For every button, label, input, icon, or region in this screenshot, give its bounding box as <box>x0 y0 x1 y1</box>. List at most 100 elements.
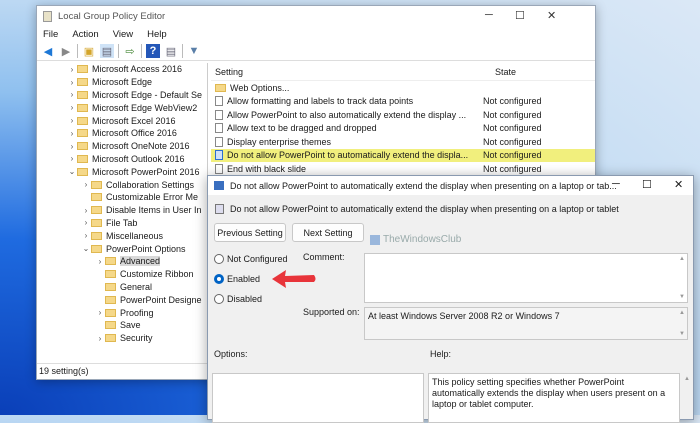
setting-name-text: End with black slide <box>227 163 307 174</box>
tree-node-label: Microsoft Edge - Default Se <box>92 89 203 100</box>
help-label: Help: <box>430 349 452 359</box>
setting-name: Do not allow PowerPoint to automatically… <box>211 150 479 161</box>
forward-icon[interactable]: ▶ <box>59 44 73 58</box>
chevron-icon[interactable]: › <box>67 90 77 99</box>
export-list-icon[interactable]: ⇨ <box>123 44 137 58</box>
folder-icon <box>91 206 102 215</box>
chevron-icon[interactable]: › <box>95 257 105 266</box>
list-row[interactable]: Allow PowerPoint to also automatically e… <box>211 108 595 122</box>
folder-icon <box>215 83 226 92</box>
toolbar: ◀ ▶ ▣ ▤ ⇨ ? ▤ ▼ <box>37 42 595 61</box>
tree-node-label: Advanced <box>120 256 161 267</box>
chevron-icon[interactable]: › <box>95 334 105 343</box>
previous-setting-button[interactable]: Previous Setting <box>214 223 286 242</box>
tree-node-label: Customize Ribbon <box>120 269 194 280</box>
chevron-icon[interactable]: › <box>81 218 91 227</box>
minimize-button[interactable]: ─ <box>485 9 493 21</box>
close-button[interactable]: ✕ <box>547 9 556 22</box>
filter-icon[interactable]: ▼ <box>187 44 201 58</box>
status-bar: 19 setting(s) <box>37 363 208 379</box>
column-setting[interactable]: Setting <box>211 67 479 77</box>
chevron-icon[interactable]: ⌄ <box>67 167 77 176</box>
next-setting-button[interactable]: Next Setting <box>292 223 364 242</box>
chevron-icon[interactable]: › <box>67 116 77 125</box>
show-hide-tree-icon[interactable]: ▤ <box>100 44 114 58</box>
chevron-icon[interactable]: › <box>81 231 91 240</box>
list-row[interactable]: Do not allow PowerPoint to automatically… <box>211 148 595 162</box>
help-text: This policy setting specifies whether Po… <box>428 373 680 423</box>
chevron-icon[interactable]: › <box>67 142 77 151</box>
tree-node[interactable]: › Microsoft Edge <box>37 76 207 89</box>
list-row[interactable]: Allow formatting and labels to track dat… <box>211 95 595 109</box>
menu-view[interactable]: View <box>113 29 133 40</box>
minimize-button[interactable]: ─ <box>612 178 620 190</box>
help-scroll-up[interactable]: ▲ <box>684 376 690 382</box>
tree-node[interactable]: › Microsoft Access 2016 <box>37 63 207 76</box>
tree-node[interactable]: › Microsoft OneNote 2016 <box>37 140 207 153</box>
tree-node[interactable]: Customize Ribbon <box>37 268 207 281</box>
separator <box>118 44 119 58</box>
list-row[interactable]: Web Options... <box>211 81 595 95</box>
up-folder-icon[interactable]: ▣ <box>82 44 96 58</box>
help-icon[interactable]: ? <box>146 44 160 58</box>
tree-node[interactable]: › Microsoft Edge - Default Se <box>37 89 207 102</box>
menu-help[interactable]: Help <box>147 29 167 40</box>
setting-name-text: Allow text to be dragged and dropped <box>227 123 377 134</box>
folder-icon <box>77 154 88 163</box>
chevron-icon[interactable]: › <box>67 78 77 87</box>
tree-node-label: PowerPoint Designe <box>120 294 202 305</box>
tree-node[interactable]: PowerPoint Designe <box>37 293 207 306</box>
tree-node[interactable]: › Microsoft Excel 2016 <box>37 114 207 127</box>
folder-icon <box>77 129 88 138</box>
tree-node[interactable]: › File Tab <box>37 217 207 230</box>
back-icon[interactable]: ◀ <box>41 44 55 58</box>
tree-node[interactable]: Save <box>37 319 207 332</box>
supported-on-field: At least Windows Server 2008 R2 or Windo… <box>364 307 688 340</box>
tree-node[interactable]: › Collaboration Settings <box>37 178 207 191</box>
maximize-button[interactable]: ☐ <box>515 9 525 22</box>
setting-name-text: Allow PowerPoint to also automatically e… <box>227 109 467 120</box>
column-state[interactable]: State <box>479 67 516 77</box>
list-row[interactable]: Allow text to be dragged and dropped Not … <box>211 122 595 136</box>
tree-node[interactable]: General <box>37 281 207 294</box>
chevron-icon[interactable]: › <box>67 103 77 112</box>
tree-node[interactable]: › Microsoft Office 2016 <box>37 127 207 140</box>
menu-file[interactable]: File <box>43 29 58 40</box>
tree-node[interactable]: › Microsoft Edge WebView2 <box>37 101 207 114</box>
list-row[interactable]: Display enterprise themes Not configured <box>211 135 595 149</box>
tree-node[interactable]: › Disable Items in User In <box>37 204 207 217</box>
tree-node[interactable]: › Security <box>37 332 207 345</box>
list-header: Setting State <box>211 63 595 81</box>
chevron-icon[interactable]: › <box>95 308 105 317</box>
maximize-button[interactable]: ☐ <box>642 178 652 191</box>
setting-name-text: Do not allow PowerPoint to automatically… <box>227 150 469 161</box>
chevron-icon[interactable]: ⌄ <box>81 244 91 253</box>
radio-disabled[interactable]: Disabled <box>214 294 262 304</box>
tree-node[interactable]: ⌄ PowerPoint Options <box>37 242 207 255</box>
comment-input[interactable]: ▲ ▼ <box>364 253 688 303</box>
chevron-icon[interactable]: › <box>81 180 91 189</box>
separator <box>182 44 183 58</box>
tree-node[interactable]: › Advanced <box>37 255 207 268</box>
tree-node[interactable]: Customizable Error Me <box>37 191 207 204</box>
setting-name-text: Allow formatting and labels to track dat… <box>227 96 414 107</box>
close-button[interactable]: ✕ <box>674 178 683 191</box>
list-row[interactable]: End with black slide Not configured <box>211 162 595 176</box>
radio-not-configured[interactable]: Not Configured <box>214 254 288 264</box>
chevron-icon[interactable]: › <box>67 154 77 163</box>
folder-icon <box>105 308 116 317</box>
menu-bar: File Action View Help <box>37 26 595 42</box>
app-icon <box>43 10 52 22</box>
tree-node[interactable]: ⌄ Microsoft PowerPoint 2016 <box>37 165 207 178</box>
menu-action[interactable]: Action <box>72 29 98 40</box>
properties-icon[interactable]: ▤ <box>164 44 178 58</box>
tree-node[interactable]: › Miscellaneous <box>37 229 207 242</box>
tree-node-label: Microsoft Excel 2016 <box>92 115 176 126</box>
chevron-icon[interactable]: › <box>67 65 77 74</box>
tree-node[interactable]: › Proofing <box>37 306 207 319</box>
chevron-icon[interactable]: › <box>67 129 77 138</box>
folder-icon <box>77 167 88 176</box>
tree-node[interactable]: › Microsoft Outlook 2016 <box>37 153 207 166</box>
chevron-icon[interactable]: › <box>81 206 91 215</box>
radio-enabled[interactable]: Enabled <box>214 274 260 284</box>
